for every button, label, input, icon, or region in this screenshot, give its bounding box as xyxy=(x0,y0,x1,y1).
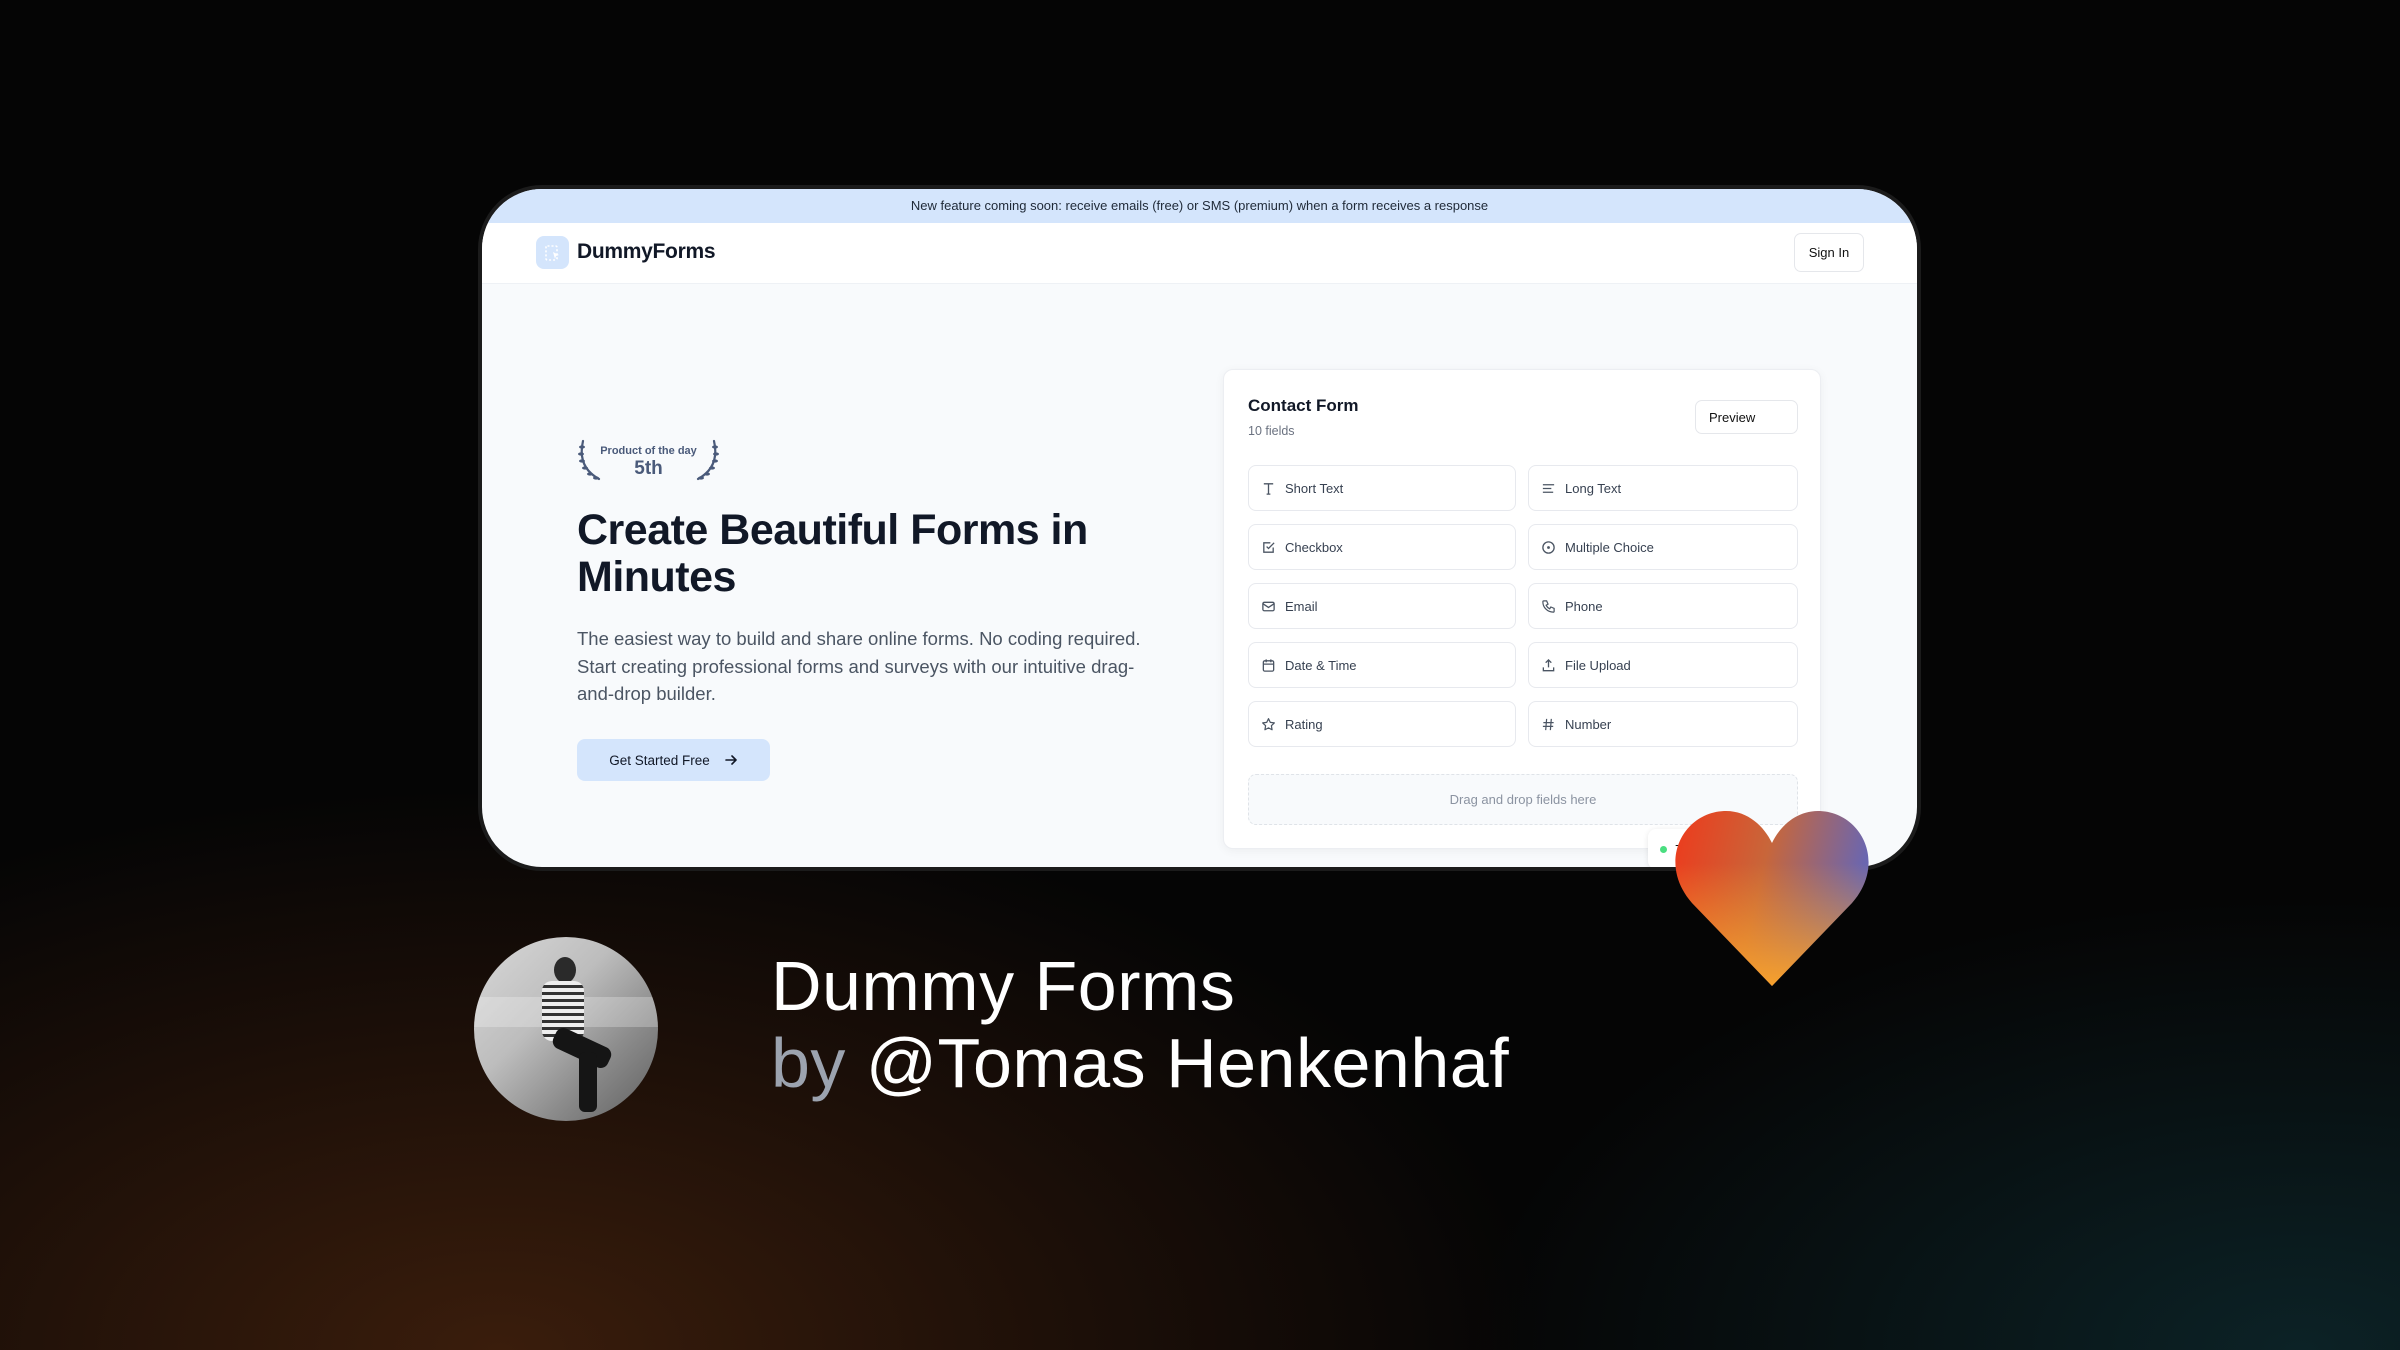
status-dot xyxy=(1660,845,1667,853)
hash-icon xyxy=(1542,718,1554,730)
form-title: Contact Form xyxy=(1248,396,1359,415)
brand-name[interactable]: DummyForms xyxy=(577,240,716,264)
author-line: by @Tomas Henkenhaf xyxy=(771,1025,1509,1102)
hero-title: Create Beautiful Forms in Minutes xyxy=(577,506,1088,601)
align-left-icon xyxy=(1542,483,1555,493)
field-label: File Upload xyxy=(1565,657,1631,673)
field-label: Number xyxy=(1565,716,1612,732)
field-count: 10 fields xyxy=(1248,424,1295,438)
badge-rank: 5th xyxy=(634,458,663,479)
by-label: by xyxy=(771,1024,846,1102)
sign-in-button[interactable]: Sign In xyxy=(1794,233,1864,272)
checkbox-icon xyxy=(1263,541,1275,553)
badge-label: Product of the day xyxy=(600,445,697,457)
field-label: Rating xyxy=(1285,716,1323,732)
site-header: DummyForms Sign In xyxy=(482,223,1917,284)
product-of-the-day-badge: Product of the day 5th xyxy=(577,437,720,483)
upload-icon xyxy=(1542,658,1555,671)
text-icon xyxy=(1263,482,1274,495)
field-email[interactable]: Email xyxy=(1248,583,1516,629)
mail-icon xyxy=(1262,601,1275,611)
showcase-title: Dummy Forms by @Tomas Henkenhaf xyxy=(771,948,1509,1102)
field-label: Long Text xyxy=(1565,480,1622,496)
browser-window: New feature coming soon: receive emails … xyxy=(478,185,1921,871)
field-label: Multiple Choice xyxy=(1565,539,1654,555)
avatar xyxy=(474,937,658,1121)
announcement-banner: New feature coming soon: receive emails … xyxy=(482,189,1917,223)
field-short-text[interactable]: Short Text xyxy=(1248,465,1516,511)
field-file-upload[interactable]: File Upload xyxy=(1528,642,1798,688)
radio-icon xyxy=(1542,540,1555,554)
field-multiple-choice[interactable]: Multiple Choice xyxy=(1528,524,1798,570)
field-long-text[interactable]: Long Text xyxy=(1528,465,1798,511)
field-phone[interactable]: Phone xyxy=(1528,583,1798,629)
get-started-label: Get Started Free xyxy=(609,752,710,768)
arrow-right-icon xyxy=(724,755,737,765)
product-name: Dummy Forms xyxy=(771,947,1236,1025)
field-number[interactable]: Number xyxy=(1528,701,1798,747)
field-label: Short Text xyxy=(1285,480,1344,496)
logo-icon[interactable] xyxy=(536,236,569,269)
phone-icon xyxy=(1542,599,1555,613)
field-label: Date & Time xyxy=(1285,657,1357,673)
field-checkbox[interactable]: Checkbox xyxy=(1248,524,1516,570)
author-name: @Tomas Henkenhaf xyxy=(865,1024,1510,1102)
get-started-button[interactable]: Get Started Free xyxy=(577,739,770,781)
star-icon xyxy=(1262,717,1275,730)
field-palette: Short Text Long Text Checkbox Multiple C… xyxy=(1248,465,1798,747)
hero-description: The easiest way to build and share onlin… xyxy=(577,628,1141,704)
field-date-time[interactable]: Date & Time xyxy=(1248,642,1516,688)
heart-icon xyxy=(1675,810,1869,986)
field-label: Checkbox xyxy=(1285,539,1343,555)
field-label: Phone xyxy=(1565,598,1603,614)
preview-button[interactable]: Preview xyxy=(1695,400,1798,434)
field-rating[interactable]: Rating xyxy=(1248,701,1516,747)
calendar-icon xyxy=(1262,658,1275,672)
form-builder-card: Contact Form 10 fields Preview Short Tex… xyxy=(1223,369,1821,849)
field-label: Email xyxy=(1285,598,1318,614)
